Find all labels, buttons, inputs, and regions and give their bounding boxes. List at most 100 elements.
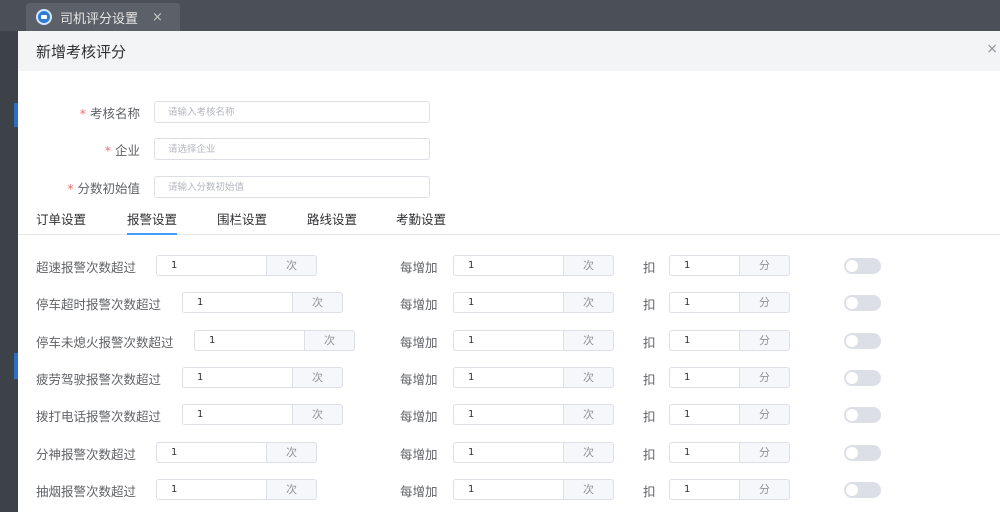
per-increase-input[interactable]: 1 bbox=[453, 366, 563, 388]
dialog-close-icon[interactable]: × bbox=[986, 41, 998, 57]
rule-label: 停车超时报警次数超过 bbox=[36, 297, 162, 313]
deduct-label: 扣 bbox=[643, 446, 656, 462]
rule-label: 拨打电话报警次数超过 bbox=[36, 409, 162, 425]
deduct-label: 扣 bbox=[643, 297, 656, 313]
rule-label: 疲劳驾驶报警次数超过 bbox=[36, 371, 162, 387]
count-threshold-group: 1次 bbox=[182, 404, 343, 426]
unit-label: 次 bbox=[304, 329, 355, 351]
per-increase-group: 1次 bbox=[453, 404, 614, 426]
count-threshold-input[interactable]: 1 bbox=[156, 255, 266, 276]
count-threshold-input[interactable]: 1 bbox=[182, 292, 292, 314]
per-increase-input[interactable]: 1 bbox=[453, 255, 563, 276]
app-tab-title: 司机评分设置 bbox=[60, 11, 139, 27]
rule-enable-toggle[interactable] bbox=[844, 444, 881, 461]
per-increase-group: 1次 bbox=[453, 255, 614, 276]
settings-tabs: 订单设置 报警设置 围栏设置 路线设置 考勤设置 bbox=[18, 211, 1000, 235]
unit-label: 分 bbox=[739, 366, 790, 388]
assessment-name-input[interactable] bbox=[154, 101, 430, 123]
app-tab-driver-score[interactable]: 司机评分设置 × bbox=[26, 3, 180, 31]
per-increase-group: 1次 bbox=[453, 478, 614, 500]
tab-order-settings[interactable]: 订单设置 bbox=[36, 211, 86, 235]
per-increase-input[interactable]: 1 bbox=[453, 478, 563, 500]
deduct-points-input[interactable]: 1 bbox=[669, 404, 739, 426]
rule-label: 分神报警次数超过 bbox=[36, 446, 137, 462]
deduct-group: 1分 bbox=[669, 329, 790, 351]
deduct-group: 1分 bbox=[669, 292, 790, 314]
unit-label: 次 bbox=[266, 255, 317, 276]
count-threshold-input[interactable]: 1 bbox=[156, 441, 266, 463]
rule-label: 抽烟报警次数超过 bbox=[36, 483, 137, 499]
count-threshold-group: 1次 bbox=[194, 329, 355, 351]
sidebar-edge bbox=[0, 31, 18, 512]
unit-label: 次 bbox=[292, 366, 343, 388]
dialog-title: 新增考核评分 bbox=[36, 42, 127, 61]
deduct-label: 扣 bbox=[643, 409, 656, 425]
per-increase-input[interactable]: 1 bbox=[453, 329, 563, 351]
count-threshold-group: 1次 bbox=[182, 366, 343, 388]
rule-enable-toggle[interactable] bbox=[844, 295, 881, 312]
tab-fence-settings[interactable]: 围栏设置 bbox=[217, 211, 267, 235]
per-increase-input[interactable]: 1 bbox=[453, 292, 563, 314]
rule-enable-toggle[interactable] bbox=[844, 369, 881, 386]
add-assessment-dialog: 新增考核评分 × *考核名称 *企业 *分数初始值 订单设置 报警设置 围栏设置… bbox=[18, 31, 1000, 512]
per-increase-label: 每增加 bbox=[400, 334, 438, 350]
tab-route-settings[interactable]: 路线设置 bbox=[307, 211, 357, 235]
rule-enable-toggle[interactable] bbox=[844, 407, 881, 424]
per-increase-group: 1次 bbox=[453, 292, 614, 314]
unit-label: 分 bbox=[739, 478, 790, 500]
per-increase-group: 1次 bbox=[453, 366, 614, 388]
count-threshold-input[interactable]: 1 bbox=[182, 366, 292, 388]
count-threshold-group: 1次 bbox=[182, 292, 343, 314]
tab-alarm-settings[interactable]: 报警设置 bbox=[127, 211, 178, 235]
unit-label: 次 bbox=[292, 404, 343, 426]
deduct-points-input[interactable]: 1 bbox=[669, 366, 739, 388]
rule-enable-toggle[interactable] bbox=[844, 332, 881, 349]
deduct-points-input[interactable]: 1 bbox=[669, 255, 739, 276]
toggle-knob bbox=[846, 371, 858, 384]
rule-enable-toggle[interactable] bbox=[844, 258, 881, 274]
per-increase-label: 每增加 bbox=[400, 297, 438, 313]
alarm-rule-row: 超速报警次数超过 1 次每增加 1 次扣 1 分 bbox=[18, 255, 1000, 277]
unit-label: 分 bbox=[739, 292, 790, 314]
deduct-points-input[interactable]: 1 bbox=[669, 441, 739, 463]
per-increase-label: 每增加 bbox=[400, 371, 438, 387]
unit-label: 次 bbox=[563, 441, 614, 463]
app-logo-icon bbox=[36, 9, 52, 25]
toggle-knob bbox=[846, 446, 858, 459]
count-threshold-input[interactable]: 1 bbox=[194, 329, 304, 351]
unit-label: 次 bbox=[563, 478, 614, 500]
deduct-label: 扣 bbox=[643, 260, 656, 275]
toggle-knob bbox=[846, 409, 858, 422]
unit-label: 次 bbox=[563, 255, 614, 276]
deduct-group: 1分 bbox=[669, 441, 790, 463]
per-increase-group: 1次 bbox=[453, 329, 614, 351]
toggle-knob bbox=[846, 297, 858, 310]
company-select[interactable] bbox=[154, 138, 430, 160]
deduct-label: 扣 bbox=[643, 483, 656, 499]
tab-close-icon[interactable]: × bbox=[152, 10, 163, 25]
deduct-group: 1分 bbox=[669, 478, 790, 500]
unit-label: 次 bbox=[563, 329, 614, 351]
unit-label: 分 bbox=[739, 404, 790, 426]
rule-label: 停车未熄火报警次数超过 bbox=[36, 334, 174, 350]
deduct-label: 扣 bbox=[643, 371, 656, 387]
form-label: * 考核名称 bbox=[79, 105, 140, 121]
unit-label: 次 bbox=[292, 292, 343, 314]
alarm-rule-row: 分神报警次数超过 1 次每增加 1 次扣 1 分 bbox=[18, 441, 1000, 464]
count-threshold-input[interactable]: 1 bbox=[156, 478, 266, 500]
deduct-points-input[interactable]: 1 bbox=[669, 292, 739, 314]
initial-score-input[interactable] bbox=[154, 176, 430, 198]
app-tab-bar: 司机评分设置 × bbox=[0, 0, 1000, 31]
alarm-rule-row: 停车超时报警次数超过 1 次每增加 1 次扣 1 分 bbox=[18, 292, 1000, 314]
alarm-rule-row: 疲劳驾驶报警次数超过 1 次每增加 1 次扣 1 分 bbox=[18, 366, 1000, 389]
rule-enable-toggle[interactable] bbox=[844, 481, 881, 498]
form-label: * 分数初始值 bbox=[67, 180, 140, 196]
per-increase-input[interactable]: 1 bbox=[453, 404, 563, 426]
rule-label: 超速报警次数超过 bbox=[36, 260, 137, 275]
per-increase-input[interactable]: 1 bbox=[453, 441, 563, 463]
deduct-points-input[interactable]: 1 bbox=[669, 478, 739, 500]
deduct-points-input[interactable]: 1 bbox=[669, 329, 739, 351]
tab-attendance-settings[interactable]: 考勤设置 bbox=[396, 211, 446, 235]
alarm-rule-row: 停车未熄火报警次数超过 1 次每增加 1 次扣 1 分 bbox=[18, 329, 1000, 352]
count-threshold-input[interactable]: 1 bbox=[182, 404, 292, 426]
